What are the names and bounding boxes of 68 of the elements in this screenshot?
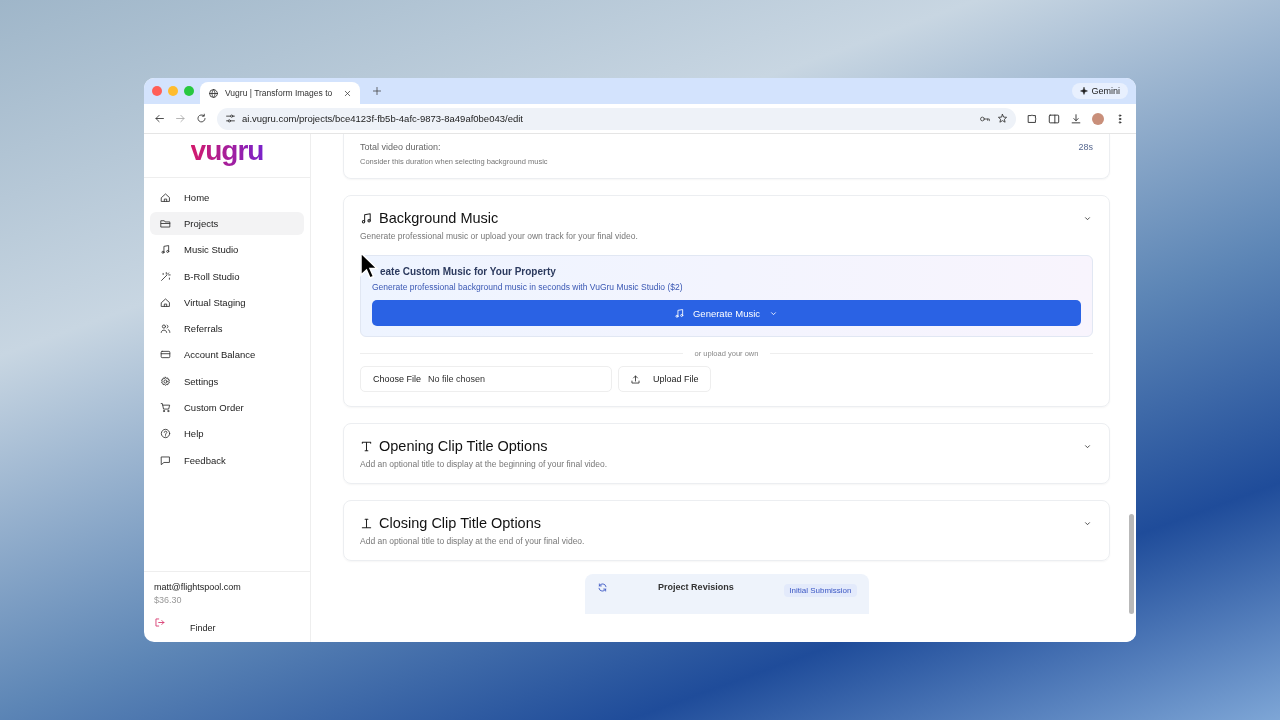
- text-icon: [360, 516, 373, 530]
- section-title: Background Music: [379, 210, 499, 226]
- section-description: Add an optional title to display at the end of your final video.: [360, 536, 586, 546]
- refresh-icon: [596, 582, 608, 593]
- sidebar-item[interactable]: Home: [150, 186, 304, 209]
- sidebar-item[interactable]: Feedback: [150, 448, 304, 472]
- status-badge: Initial Submission: [784, 584, 857, 597]
- file-status: No file chosen: [428, 374, 486, 384]
- mouse-pointer-icon: [359, 252, 379, 280]
- section-title: Closing Clip Title Options: [379, 515, 541, 531]
- house-icon: [160, 191, 171, 203]
- cart-icon: [160, 402, 171, 413]
- magic-wand-icon: [160, 270, 171, 282]
- help-icon: [160, 428, 171, 440]
- people-icon: [160, 323, 171, 335]
- generate-music-button[interactable]: Generate Music: [372, 300, 1081, 326]
- section-description: Add an optional title to display at the beginning of your final video.: [360, 459, 609, 469]
- download-icon[interactable]: [1070, 112, 1082, 125]
- new-tab-icon[interactable]: [372, 86, 382, 96]
- avatar-icon[interactable]: [1092, 112, 1104, 125]
- house-icon: [160, 296, 171, 308]
- tab-title: Vugru | Transform Images to: [225, 88, 334, 98]
- forward-icon[interactable]: [175, 113, 186, 124]
- promo-text: Generate professional background music in seconds with VuGru Music Studio ($2): [372, 282, 684, 292]
- sidebar-item[interactable]: Referrals: [150, 317, 304, 340]
- account-balance: $36.30: [154, 595, 183, 605]
- close-button[interactable]: [152, 86, 162, 96]
- music-note-icon: [160, 244, 171, 256]
- text-icon: [360, 439, 373, 453]
- music-note-icon: [673, 307, 685, 319]
- sign-out-icon[interactable]: [154, 617, 165, 628]
- upload-file-button[interactable]: Upload File: [618, 366, 711, 392]
- sparkle-icon: [1080, 87, 1089, 95]
- gemini-button[interactable]: Gemini: [1072, 83, 1128, 99]
- sidebar-item[interactable]: Settings: [150, 370, 304, 393]
- settings-icon: [160, 375, 171, 387]
- revisions-title: Project Revisions: [657, 582, 735, 592]
- duration-value: 28s: [1078, 142, 1093, 154]
- section-title: Opening Clip Title Options: [379, 438, 548, 454]
- music-note-icon: [360, 211, 373, 225]
- sidebar-item[interactable]: Music Studio: [150, 238, 304, 261]
- sidebar-item[interactable]: B-Roll Studio: [150, 264, 304, 288]
- address-bar[interactable]: ai.vugru.com/projects/bce4123f-fb5b-4afc-9873-8a49af0be043/edit: [217, 107, 1016, 130]
- sidebar-item[interactable]: Custom Order: [150, 396, 304, 419]
- browser-tab[interactable]: Vugru | Transform Images to: [200, 82, 360, 104]
- sidebar-item[interactable]: Projects: [150, 212, 304, 235]
- duration-label: Total video duration:: [360, 142, 442, 152]
- upload-icon: [630, 373, 641, 385]
- globe-icon: [208, 87, 219, 99]
- close-icon[interactable]: [343, 88, 352, 98]
- side-panel-icon[interactable]: [1048, 112, 1060, 125]
- account-email: matt@flightspool.com: [154, 582, 242, 592]
- reload-icon[interactable]: [196, 113, 207, 124]
- url-text: ai.vugru.com/projects/bce4123f-fb5b-4afc-9873-8a49af0be043/edit: [242, 113, 524, 124]
- choose-file-label: Choose File: [373, 374, 422, 384]
- promo-title: eate Custom Music for Your Property: [379, 266, 557, 277]
- card-icon: [160, 349, 171, 361]
- scrollbar-thumb[interactable]: [1129, 514, 1134, 614]
- back-icon[interactable]: [154, 113, 165, 124]
- sidebar-item[interactable]: Virtual Staging: [150, 291, 304, 314]
- folder-icon: [160, 217, 171, 229]
- section-description: Generate professional music or upload your own track for your final video.: [360, 231, 639, 241]
- site-settings-icon[interactable]: [225, 113, 236, 124]
- file-input[interactable]: Choose File No file chosen: [360, 366, 612, 392]
- speech-bubble-icon: [160, 454, 171, 466]
- sidebar-item[interactable]: Help: [150, 422, 304, 445]
- sidebar-item[interactable]: Account Balance: [150, 343, 304, 367]
- star-icon[interactable]: [997, 113, 1008, 124]
